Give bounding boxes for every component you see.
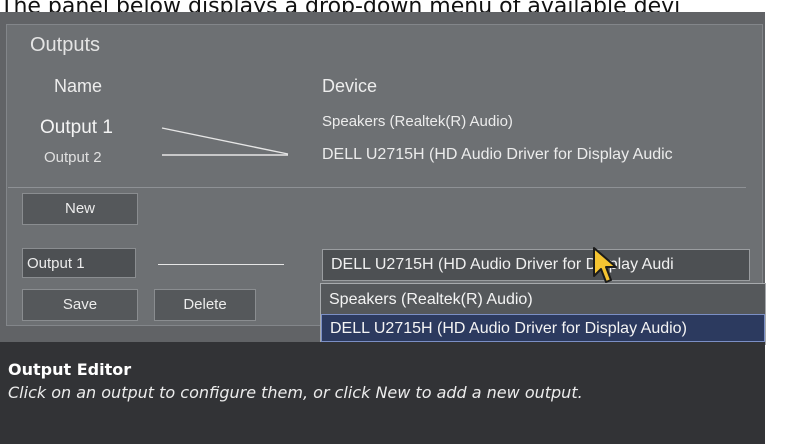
editor-link-line	[158, 264, 284, 265]
mouse-pointer-icon	[593, 247, 617, 283]
device-dropdown-menu: Speakers (Realtek(R) Audio) DELL U2715H …	[320, 283, 766, 345]
device-select[interactable]: DELL U2715H (HD Audio Driver for Display…	[322, 249, 750, 281]
output-device-links	[161, 127, 289, 156]
outputs-panel: Outputs Name Device Output 1 Output 2 Sp…	[0, 12, 766, 444]
device-column-header: Device	[322, 76, 378, 96]
output-1-device[interactable]: Speakers (Realtek(R) Audio)	[322, 113, 513, 130]
new-button[interactable]: New	[22, 193, 138, 225]
name-column-header: Name	[54, 76, 103, 96]
save-button[interactable]: Save	[22, 289, 138, 321]
panel-title: Outputs	[30, 34, 101, 56]
output-1-name[interactable]: Output 1	[40, 117, 113, 139]
output-editor-title: Output Editor	[8, 360, 132, 379]
output-2-device[interactable]: DELL U2715H (HD Audio Driver for Display…	[322, 146, 673, 164]
dropdown-option-speakers[interactable]: Speakers (Realtek(R) Audio)	[321, 286, 765, 314]
output-2-name[interactable]: Output 2	[44, 149, 102, 166]
output-name-field[interactable]: Output 1	[22, 248, 136, 278]
delete-button[interactable]: Delete	[154, 289, 256, 321]
dropdown-option-dell[interactable]: DELL U2715H (HD Audio Driver for Display…	[321, 314, 765, 342]
output-editor-description: Click on an output to configure them, or…	[8, 383, 583, 402]
section-divider	[8, 187, 746, 188]
output-editor-help: Output Editor Click on an output to conf…	[0, 342, 765, 444]
